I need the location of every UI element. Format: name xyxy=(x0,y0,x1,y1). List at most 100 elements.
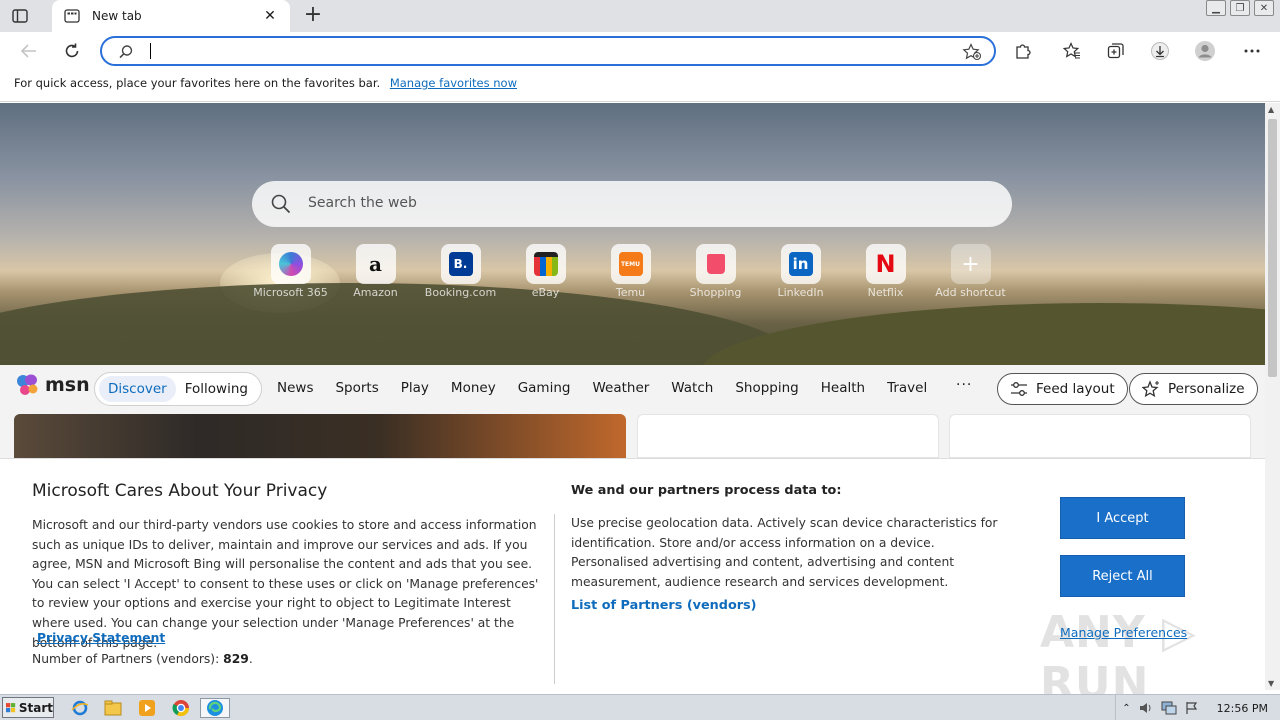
tab-new-tab[interactable]: New tab ✕ xyxy=(52,0,290,32)
back-arrow-icon xyxy=(20,44,36,58)
system-clock[interactable]: 12:56 PM xyxy=(1217,702,1268,715)
settings-more-button[interactable] xyxy=(1241,40,1263,62)
close-tab-icon[interactable]: ✕ xyxy=(262,8,278,24)
file-explorer-icon[interactable] xyxy=(103,698,123,718)
shortcut-shopping[interactable]: Shopping xyxy=(673,244,758,299)
feed-layout-button[interactable]: Feed layout xyxy=(997,373,1128,405)
shortcut-microsoft-365[interactable]: Microsoft 365 xyxy=(248,244,333,299)
shortcut-ebay[interactable]: eBay xyxy=(503,244,588,299)
nav-gaming[interactable]: Gaming xyxy=(518,380,571,396)
browser-toolbar xyxy=(0,32,1280,70)
shortcut-label: Shopping xyxy=(689,286,742,299)
internet-explorer-icon[interactable] xyxy=(70,698,90,718)
feed-mode-switch: Discover Following xyxy=(94,372,262,406)
accept-button[interactable]: I Accept xyxy=(1060,497,1185,539)
manage-preferences-link[interactable]: Manage Preferences xyxy=(1060,625,1187,640)
favorites-bar-hint: For quick access, place your favorites h… xyxy=(14,76,381,90)
nav-health[interactable]: Health xyxy=(821,380,865,396)
edge-taskbar-icon[interactable] xyxy=(200,698,230,718)
minimize-button[interactable]: ▁ xyxy=(1206,0,1226,16)
list-of-partners-link[interactable]: List of Partners (vendors) xyxy=(571,598,757,613)
favorites-button[interactable] xyxy=(1061,40,1083,62)
address-bar[interactable] xyxy=(100,36,996,66)
avatar-icon xyxy=(1195,41,1215,61)
profile-button[interactable] xyxy=(1194,40,1216,62)
msn-logo[interactable]: msn xyxy=(16,374,90,396)
new-tab-button[interactable]: + xyxy=(302,4,324,27)
shortcut-booking[interactable]: B. Booking.com xyxy=(418,244,503,299)
media-player-icon[interactable] xyxy=(137,698,157,718)
sliders-icon xyxy=(1011,382,1027,396)
partners-count-text: Number of Partners (vendors): 829. xyxy=(32,652,253,666)
feed-card-hero[interactable] xyxy=(14,414,626,458)
shortcut-temu[interactable]: TEMU Temu xyxy=(588,244,673,299)
nav-watch[interactable]: Watch xyxy=(671,380,713,396)
network-icon[interactable] xyxy=(1161,701,1177,715)
msn-category-nav: News Sports Play Money Gaming Weather Wa… xyxy=(266,380,938,396)
nav-weather[interactable]: Weather xyxy=(592,380,649,396)
partners-count-period: . xyxy=(248,652,253,666)
volume-icon[interactable] xyxy=(1139,701,1153,715)
feed-card[interactable] xyxy=(637,414,939,458)
collections-button[interactable] xyxy=(1105,40,1127,62)
privacy-statement-link[interactable]: Privacy Statement xyxy=(37,631,165,645)
download-icon xyxy=(1151,42,1169,60)
nav-play[interactable]: Play xyxy=(401,380,429,396)
restore-button[interactable]: ❐ xyxy=(1230,0,1250,16)
search-icon xyxy=(119,45,133,59)
collections-icon xyxy=(1107,43,1124,59)
plus-icon: + xyxy=(961,251,980,277)
show-hidden-icons-icon[interactable]: ⌃ xyxy=(1122,703,1130,714)
refresh-button[interactable] xyxy=(61,40,83,62)
nav-news[interactable]: News xyxy=(277,380,313,396)
shortcut-linkedin[interactable]: in LinkedIn xyxy=(758,244,843,299)
privacy-consent-banner: Microsoft Cares About Your Privacy Micro… xyxy=(0,458,1265,709)
newtab-page-icon xyxy=(64,9,80,23)
page-scrollbar[interactable]: ▲ ▼ xyxy=(1265,103,1280,690)
shortcut-amazon[interactable]: a Amazon xyxy=(333,244,418,299)
personalize-button[interactable]: Personalize xyxy=(1129,373,1258,405)
close-window-button[interactable]: ✕ xyxy=(1254,0,1274,16)
shortcut-label: Add shortcut xyxy=(935,286,1006,299)
search-icon xyxy=(271,194,291,214)
nav-travel[interactable]: Travel xyxy=(887,380,927,396)
hill-right xyxy=(700,303,1265,365)
start-button[interactable]: Start xyxy=(2,697,54,718)
feed-card[interactable] xyxy=(949,414,1251,458)
chrome-icon[interactable] xyxy=(171,698,191,718)
scrollbar-thumb[interactable] xyxy=(1268,119,1277,377)
linkedin-logo-icon: in xyxy=(788,252,813,276)
add-favorite-star-icon[interactable] xyxy=(962,43,982,61)
tab-actions-menu-icon[interactable] xyxy=(10,7,30,25)
back-button[interactable] xyxy=(18,40,40,62)
shortcut-label: Amazon xyxy=(353,286,398,299)
scroll-up-arrow-icon[interactable]: ▲ xyxy=(1268,105,1274,114)
system-tray: ⌃ 12:56 PM xyxy=(1115,695,1280,720)
personalize-label: Personalize xyxy=(1168,381,1245,397)
favorites-star-icon xyxy=(1063,42,1080,59)
extensions-button[interactable] xyxy=(1012,40,1034,62)
more-categories-button[interactable]: ··· xyxy=(956,377,972,393)
nav-shopping[interactable]: Shopping xyxy=(735,380,798,396)
shortcut-label: Temu xyxy=(615,286,646,299)
address-input[interactable] xyxy=(148,42,948,60)
netflix-logo-icon: N xyxy=(875,250,896,278)
windows-taskbar: Start ⌃ 12:56 PM xyxy=(0,694,1280,720)
nav-sports[interactable]: Sports xyxy=(335,380,378,396)
msn-feed-cards xyxy=(0,413,1265,458)
tab-discover[interactable]: Discover xyxy=(99,376,176,402)
manage-favorites-link[interactable]: Manage favorites now xyxy=(390,76,517,90)
tab-following[interactable]: Following xyxy=(176,376,257,402)
downloads-button[interactable] xyxy=(1149,40,1171,62)
web-search-box[interactable]: Search the web xyxy=(252,181,1012,227)
shortcut-netflix[interactable]: N Netflix xyxy=(843,244,928,299)
nav-money[interactable]: Money xyxy=(451,380,496,396)
favorites-bar: For quick access, place your favorites h… xyxy=(0,70,1280,102)
action-center-flag-icon[interactable] xyxy=(1185,701,1199,715)
add-shortcut-button[interactable]: + Add shortcut xyxy=(928,244,1013,299)
text-caret xyxy=(150,43,151,59)
scroll-down-arrow-icon[interactable]: ▼ xyxy=(1268,679,1274,688)
privacy-title: Microsoft Cares About Your Privacy xyxy=(32,481,328,501)
shortcut-label: Microsoft 365 xyxy=(253,286,328,299)
reject-all-button[interactable]: Reject All xyxy=(1060,555,1185,597)
